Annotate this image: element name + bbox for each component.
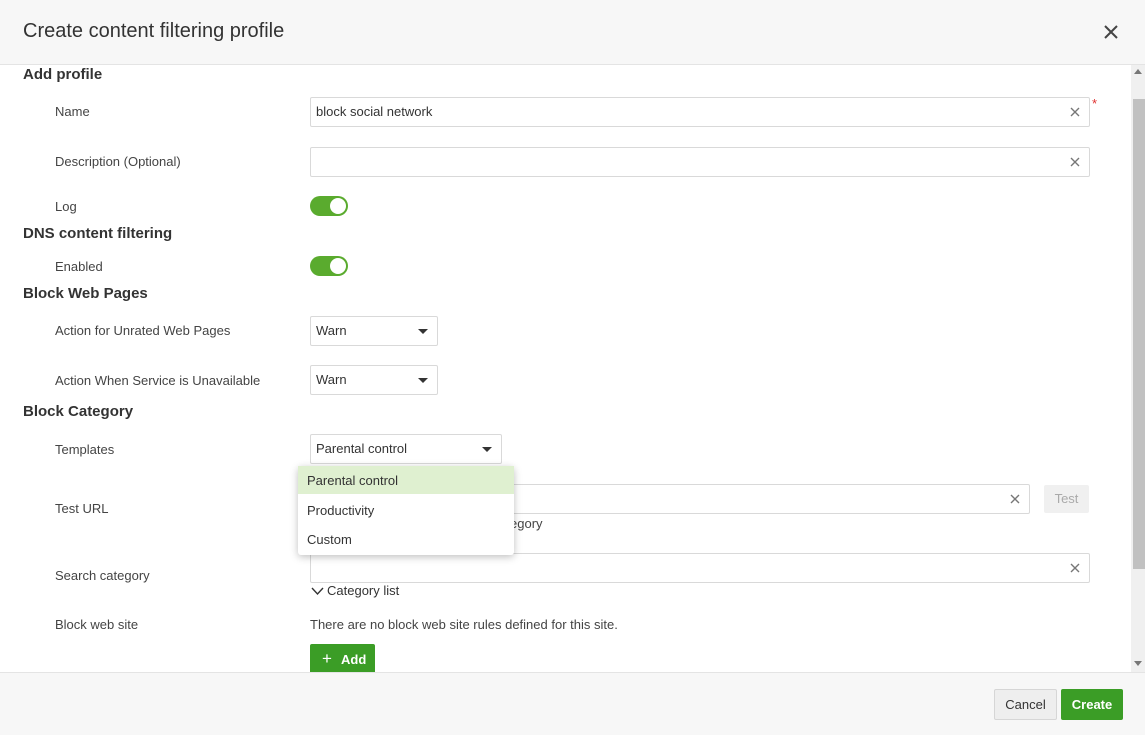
no-rules-message: There are no block web site rules define…	[310, 617, 618, 632]
templates-select[interactable]: Parental control	[310, 434, 502, 464]
clear-icon[interactable]	[1067, 104, 1083, 120]
unavailable-action-select[interactable]: Warn	[310, 365, 438, 395]
templates-value: Parental control	[316, 441, 408, 456]
section-dns-filtering: DNS content filtering	[23, 225, 173, 242]
dns-enabled-toggle[interactable]	[310, 256, 348, 276]
category-list-label: Category list	[327, 583, 400, 598]
log-label: Log	[55, 199, 77, 214]
dialog-title: Create content filtering profile	[23, 20, 285, 42]
unavailable-label: Action When Service is Unavailable	[55, 373, 261, 388]
log-toggle[interactable]	[310, 196, 348, 216]
scroll-up-arrow-icon[interactable]	[1134, 69, 1142, 74]
block-web-site-label: Block web site	[55, 617, 139, 632]
scrollbar[interactable]	[1131, 65, 1145, 672]
add-rule-button[interactable]: + Add	[310, 644, 375, 672]
unrated-action-value: Warn	[316, 323, 347, 338]
name-value: block social network	[316, 104, 433, 119]
scroll-down-arrow-icon[interactable]	[1134, 661, 1142, 666]
description-field[interactable]	[310, 147, 1090, 177]
toggle-knob	[330, 198, 346, 214]
scrollbar-thumb[interactable]	[1133, 99, 1145, 569]
clear-icon[interactable]	[1067, 154, 1083, 170]
plus-icon: +	[322, 649, 332, 668]
dropdown-option-productivity[interactable]: Productivity	[298, 496, 514, 524]
dropdown-option-custom[interactable]: Custom	[298, 525, 514, 553]
category-list-toggle[interactable]: Category list	[311, 583, 399, 598]
unavailable-action-value: Warn	[316, 372, 347, 387]
add-button-label: Add	[341, 652, 367, 667]
test-button[interactable]: Test	[1044, 485, 1089, 513]
templates-dropdown-menu: Parental control Productivity Custom	[298, 466, 514, 555]
search-category-label: Search category	[55, 568, 150, 583]
description-label: Description (Optional)	[55, 154, 181, 169]
toggle-knob	[330, 258, 346, 274]
close-icon[interactable]	[1101, 22, 1121, 42]
caret-down-icon	[418, 378, 428, 383]
name-label: Name	[55, 104, 90, 119]
chevron-down-icon	[311, 587, 324, 596]
section-add-profile: Add profile	[23, 66, 103, 83]
unrated-action-select[interactable]: Warn	[310, 316, 438, 346]
section-block-web-pages: Block Web Pages	[23, 285, 148, 302]
cancel-button[interactable]: Cancel	[994, 689, 1057, 720]
required-mark: *	[1092, 96, 1098, 111]
dialog-body[interactable]: Add profile Name block social network * …	[0, 65, 1131, 672]
dialog-header: Create content filtering profile	[0, 0, 1145, 65]
enabled-label: Enabled	[55, 259, 103, 274]
caret-down-icon	[418, 329, 428, 334]
name-field[interactable]: block social network	[310, 97, 1090, 127]
clear-icon[interactable]	[1007, 491, 1023, 507]
test-url-hint: egory	[510, 516, 543, 531]
test-url-label: Test URL	[55, 501, 109, 516]
create-button[interactable]: Create	[1061, 689, 1123, 720]
search-category-field[interactable]	[310, 553, 1090, 583]
dropdown-option-parental-control[interactable]: Parental control	[298, 466, 514, 494]
caret-down-icon	[482, 447, 492, 452]
clear-icon[interactable]	[1067, 560, 1083, 576]
templates-label: Templates	[55, 442, 115, 457]
unrated-label: Action for Unrated Web Pages	[55, 323, 231, 338]
section-block-category: Block Category	[23, 403, 134, 420]
dialog-footer	[0, 672, 1145, 735]
